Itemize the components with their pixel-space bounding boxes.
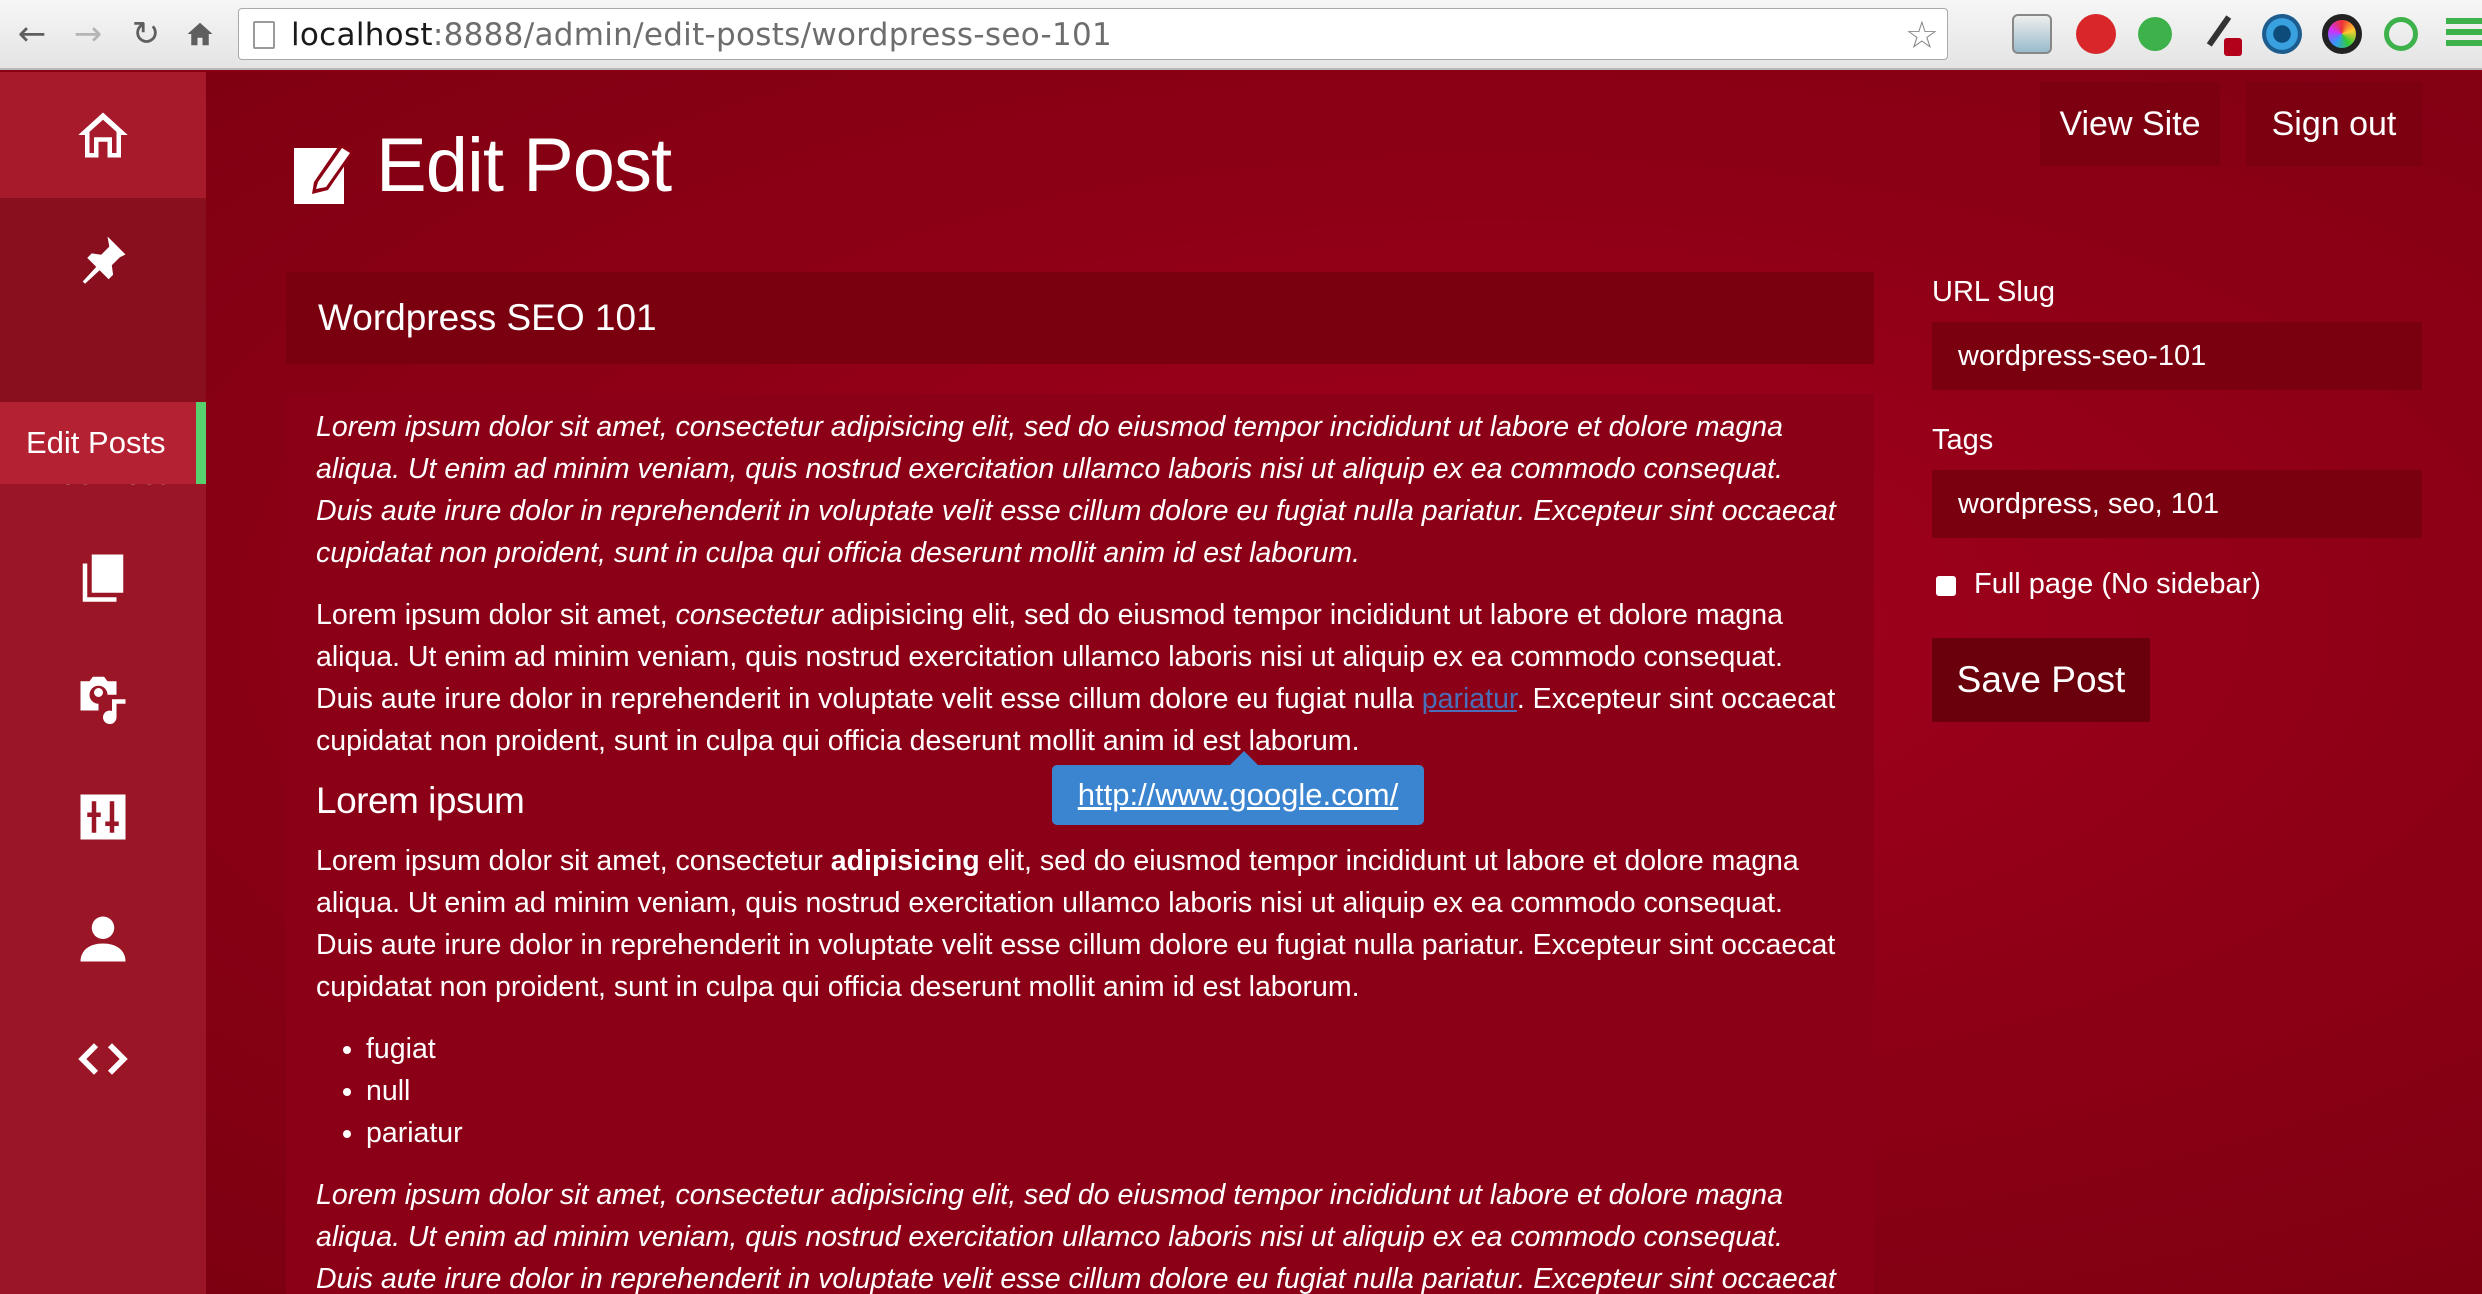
sidebar: Add Post Edit Posts	[0, 72, 206, 1294]
url-host: localhost	[291, 17, 433, 53]
url-path: :8888/admin/edit-posts/wordpress-seo-101	[432, 17, 1113, 53]
page-icon	[253, 21, 275, 49]
sidebar-item-edit-posts[interactable]: Edit Posts	[0, 402, 206, 484]
url-text[interactable]: localhost:8888/admin/edit-posts/wordpres…	[291, 17, 1112, 53]
page-title: Edit Post	[376, 123, 672, 208]
arrow-left-icon: ←	[17, 14, 47, 54]
admin-page: Add Post Edit Posts Edit Post View Site …	[0, 72, 2482, 1294]
star-icon[interactable]: ☆	[1905, 13, 1939, 57]
link-url-tooltip[interactable]: http://www.google.com/	[1052, 751, 1424, 825]
extension-image-icon[interactable]	[2012, 14, 2052, 54]
post-content-editor[interactable]: Lorem ipsum dolor sit amet, consectetur …	[286, 394, 1874, 1294]
extension-ring-icon[interactable]	[2384, 17, 2418, 51]
list-item: pariatur	[366, 1112, 1844, 1154]
paragraph-3-bold: adipisicing	[830, 845, 980, 877]
sign-out-button[interactable]: Sign out	[2246, 82, 2422, 166]
url-slug-label: URL Slug	[1932, 276, 2056, 308]
documents-icon	[82, 554, 124, 602]
post-title-input[interactable]: Wordpress SEO 101	[286, 272, 1874, 364]
paragraph-2-text-a: Lorem ipsum dolor sit amet,	[316, 599, 676, 631]
back-button[interactable]: ←	[10, 12, 54, 56]
browser-toolbar: ← → ↻ localhost:8888/admin/edit-posts/wo…	[0, 0, 2482, 70]
full-page-checkbox[interactable]	[1936, 576, 1956, 596]
edit-icon	[294, 144, 354, 204]
extension-adblock-icon[interactable]	[2076, 14, 2116, 54]
browser-home-button[interactable]	[178, 12, 222, 56]
paragraph-4-text: Lorem ipsum dolor sit amet, consectetur …	[316, 1179, 1836, 1294]
list-item: fugiat	[366, 1028, 1844, 1070]
extension-eye-icon[interactable]	[2262, 14, 2302, 54]
paragraph-4: Lorem ipsum dolor sit amet, consectetur …	[316, 1174, 1844, 1294]
code-icon	[78, 1043, 128, 1075]
sliders-icon	[80, 794, 126, 840]
paragraph-3-text-a: Lorem ipsum dolor sit amet, consectetur	[316, 845, 831, 877]
sidebar-item-code[interactable]	[0, 1004, 206, 1114]
sidebar-item-pages[interactable]	[0, 522, 206, 632]
extension-color-wheel-icon[interactable]	[2322, 14, 2362, 54]
extension-balloon-icon[interactable]	[2138, 17, 2172, 51]
tags-input[interactable]: wordpress, seo, 101	[1932, 470, 2422, 538]
paragraph-2: Lorem ipsum dolor sit amet, consectetur …	[316, 594, 1844, 762]
pushpin-icon	[82, 236, 126, 284]
paragraph-3: Lorem ipsum dolor sit amet, consectetur …	[316, 840, 1844, 1008]
paragraph-1-text: Lorem ipsum dolor sit amet, consectetur …	[316, 411, 1836, 569]
media-icon	[80, 676, 126, 724]
sidebar-item-dashboard[interactable]	[0, 72, 206, 198]
sidebar-item-media[interactable]	[0, 642, 206, 752]
url-slug-input[interactable]: wordpress-seo-101	[1932, 322, 2422, 390]
sidebar-item-users[interactable]	[0, 884, 206, 994]
reload-button[interactable]: ↻	[124, 12, 168, 56]
pariatur-link[interactable]: pariatur	[1422, 683, 1517, 715]
view-site-button[interactable]: View Site	[2040, 82, 2220, 166]
paragraph-1: Lorem ipsum dolor sit amet, consectetur …	[316, 406, 1844, 574]
sidebar-item-posts[interactable]: Add Post	[0, 198, 206, 491]
home-icon	[187, 22, 213, 46]
arrow-right-icon: →	[73, 14, 103, 54]
list-item: null	[366, 1070, 1844, 1112]
tags-label: Tags	[1932, 424, 1994, 456]
sidebar-item-settings[interactable]	[0, 762, 206, 872]
save-post-button[interactable]: Save Post	[1932, 638, 2150, 722]
user-icon	[80, 916, 126, 962]
bullet-list: fugiat null pariatur	[366, 1028, 1844, 1154]
reload-icon: ↻	[131, 14, 161, 54]
forward-button[interactable]: →	[66, 12, 110, 56]
address-bar[interactable]: localhost:8888/admin/edit-posts/wordpres…	[238, 8, 1948, 60]
home-icon	[78, 112, 128, 158]
extension-eyedropper-icon[interactable]	[2200, 14, 2242, 56]
browser-menu-icon[interactable]	[2446, 18, 2482, 51]
full-page-label: Full page (No sidebar)	[1974, 568, 2261, 600]
paragraph-2-emphasis: consectetur	[675, 599, 823, 631]
